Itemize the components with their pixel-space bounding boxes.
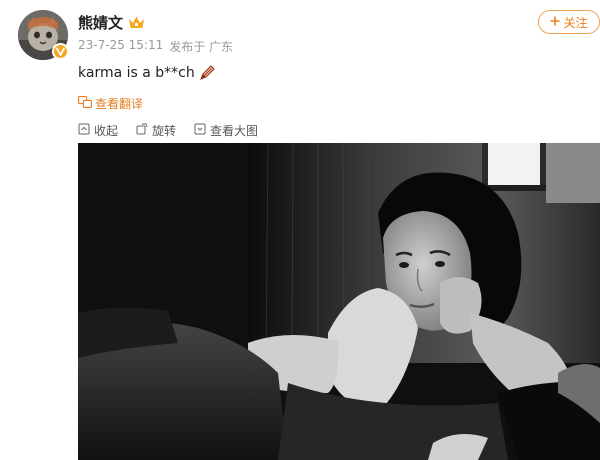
post-text-row: karma is a b**ch	[78, 64, 216, 82]
collapse-label: 收起	[94, 124, 119, 138]
post-photo[interactable]	[78, 143, 600, 460]
collapse-icon	[78, 123, 90, 138]
follow-label: 关注	[563, 15, 588, 30]
verified-icon	[52, 43, 69, 60]
translate-label: 查看翻译	[95, 97, 144, 111]
post-location: 发布于 广东	[169, 40, 234, 54]
collapse-button[interactable]: 收起	[78, 122, 118, 139]
view-large-button[interactable]: 查看大图	[194, 122, 258, 139]
pen-icon	[198, 64, 216, 82]
user-name[interactable]: 熊婧文	[78, 12, 123, 33]
view-large-label: 查看大图	[210, 124, 259, 138]
crown-icon	[128, 15, 145, 30]
translate-link[interactable]: 查看翻译	[78, 95, 143, 112]
post-meta: 23-7-25 15:11 发布于 广东	[78, 38, 233, 55]
post-date[interactable]: 23-7-25 15:11	[78, 38, 163, 55]
follow-button[interactable]: 关注	[538, 10, 600, 34]
image-actions: 收起 旋转 查看大图	[78, 122, 258, 139]
user-name-row: 熊婧文	[78, 12, 145, 33]
rotate-label: 旋转	[152, 124, 177, 138]
rotate-icon	[136, 123, 148, 138]
post-text: karma is a b**ch	[78, 65, 195, 81]
bw-portrait-image	[78, 143, 600, 460]
translate-icon	[78, 96, 92, 111]
rotate-button[interactable]: 旋转	[136, 122, 176, 139]
view-large-icon	[194, 123, 206, 138]
plus-icon	[550, 15, 561, 29]
